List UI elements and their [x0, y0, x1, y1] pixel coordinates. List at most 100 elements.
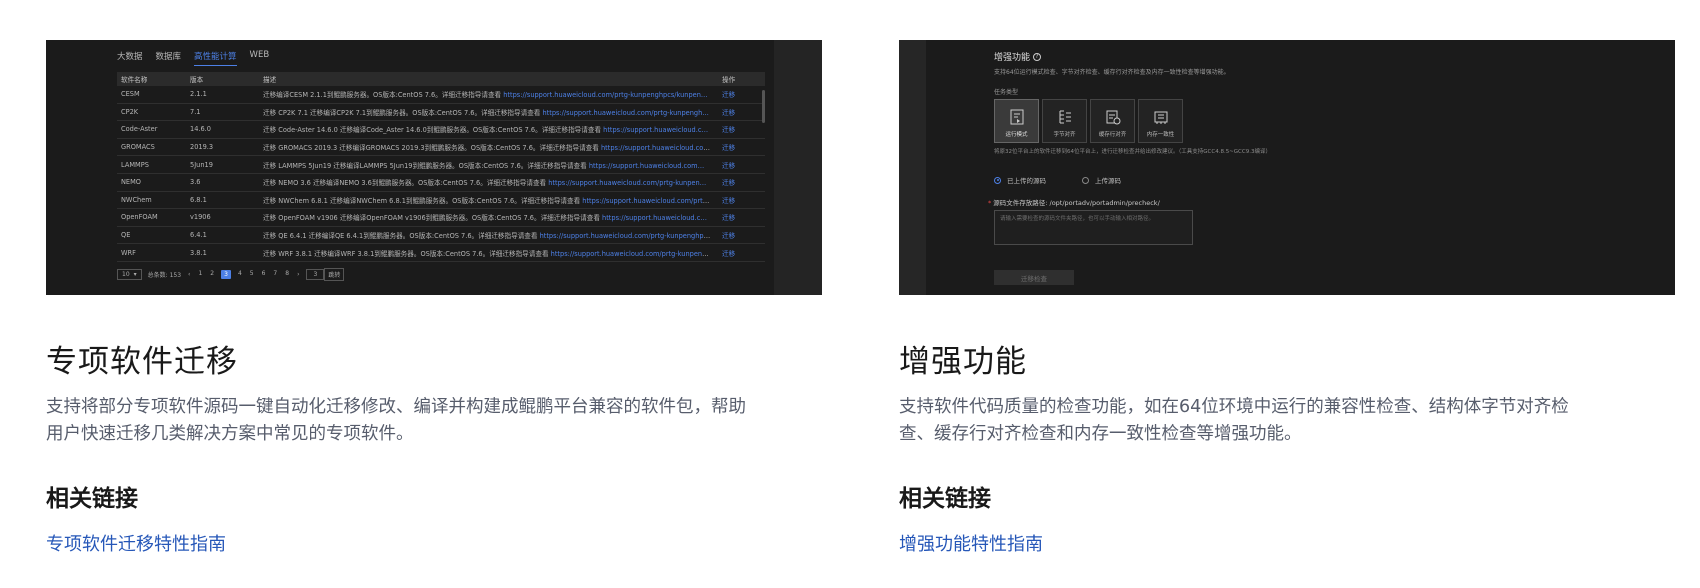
task-type-label-byte-align: 字节对齐: [1053, 132, 1076, 138]
migrate-action-link[interactable]: 迁移: [718, 212, 765, 222]
source-path-text: 源码文件存放路径: /opt/portadv/portadmin/prechec…: [993, 199, 1160, 207]
migrate-action-link[interactable]: 迁移: [718, 107, 765, 117]
page-number-button[interactable]: 3: [221, 270, 231, 279]
cell-description-link[interactable]: https://support.huaweicloud.com/prtg-kun…: [548, 179, 706, 187]
table-row: CP2K 7.1 迁移 CP2K 7.1 迁移编译CP2K 7.1到鲲鹏服务器。OS…: [117, 104, 765, 122]
cache-align-icon: [1106, 110, 1120, 125]
migrate-action-link[interactable]: 迁移: [718, 248, 765, 258]
column-header-description: 描述: [263, 76, 277, 84]
cell-description: 迁移 QE 6.4.1 迁移编译QE 6.4.1到鲲鹏服务器。OS版本:Cent…: [263, 230, 718, 240]
migration-check-button[interactable]: 迁移检查: [994, 270, 1074, 285]
tab-web[interactable]: WEB: [250, 50, 270, 62]
cell-version: 6.4.1: [190, 231, 207, 240]
migrate-action-link[interactable]: 迁移: [718, 160, 765, 170]
panel-subtitle: 支持64位运行模式检查、字节对齐检查、缓存行对齐检查及内存一致性检查等增强功能。: [994, 69, 1230, 76]
table-scrollbar[interactable]: [762, 90, 765, 123]
table-row: NWChem 6.8.1 迁移 NWChem 6.8.1 迁移编译NWChem 6.…: [117, 192, 765, 210]
task-type-memory-consistency[interactable]: 内存一致性: [1138, 99, 1183, 143]
cell-name: CESM: [121, 90, 140, 99]
cell-description-text: 迁移 Code-Aster 14.6.0 迁移编译Code_Aster 14.6…: [263, 126, 604, 135]
cell-version: 5Jun19: [190, 160, 213, 169]
cell-description-link[interactable]: https://support.huaweicloud.com…: [601, 144, 716, 152]
table-row: LAMMPS 5Jun19 迁移 LAMMPS 5Jun19 迁移编译LAMMPS …: [117, 156, 765, 174]
enhanced-guide-link[interactable]: 增强功能特性指南: [899, 530, 1043, 556]
section-description: 支持将部分专项软件源码一键自动化迁移修改、编译并构建成鲲鹏平台兼容的软件包，帮助…: [46, 397, 746, 444]
page-size-value: 10: [122, 271, 130, 278]
radio-uploaded-source[interactable]: 已上传的源码: [994, 175, 1046, 185]
page-number-button[interactable]: 7: [272, 270, 278, 279]
cell-name: QE: [121, 231, 131, 240]
related-links-title: 相关链接: [899, 486, 991, 512]
migration-guide-link[interactable]: 专项软件迁移特性指南: [46, 530, 226, 556]
table-body: CESM 2.1.1 迁移编译CESM 2.1.1到鲲鹏服务器。OS版本:CentO…: [117, 86, 765, 262]
radio-checked-icon: [994, 176, 1001, 184]
page-number-button[interactable]: 4: [237, 270, 243, 279]
tab-database[interactable]: 数据库: [156, 50, 182, 62]
cell-name: OpenFOAM: [121, 213, 158, 222]
source-path-textarea[interactable]: 请输入需要检查的源码文件夹路径，也可以手动输入相对路径。: [994, 210, 1193, 245]
page-number-button[interactable]: 1: [197, 270, 203, 279]
tab-hpc[interactable]: 高性能计算: [194, 50, 237, 66]
page-number-button[interactable]: 5: [249, 270, 255, 279]
migrate-action-link[interactable]: 迁移: [718, 142, 765, 152]
migration-panel: 大数据 数据库 高性能计算 WEB 软件名称 版本 描述 操作 CESM 2.1.…: [46, 40, 774, 295]
migrate-action-link[interactable]: 迁移: [718, 195, 765, 205]
jump-page-input[interactable]: 3: [306, 269, 325, 280]
task-type-label-cache-align: 缓存行对齐: [1098, 132, 1127, 138]
radio-upload-source[interactable]: 上传源码: [1082, 175, 1121, 185]
page-number-button[interactable]: 8: [284, 270, 290, 279]
radio-unchecked-icon: [1082, 176, 1089, 184]
right-side-bar: [774, 40, 822, 295]
cell-version: 3.8.1: [190, 248, 207, 257]
task-type-options: 运行模式 字节对齐 缓存行对齐 内存一致性: [994, 99, 1183, 143]
cell-description: 迁移 NEMO 3.6 迁移编译NEMO 3.6到鲲鹏服务器。OS版本:Cent…: [263, 177, 718, 187]
cell-version: 3.6: [190, 178, 201, 187]
cell-description-link[interactable]: https://support.huaweicloud.com/prtg-kun…: [540, 232, 714, 240]
task-type-label-run-mode: 运行模式: [1005, 132, 1028, 138]
total-count: 总条数: 153: [147, 272, 182, 279]
cell-name: CP2K: [121, 107, 139, 116]
migrate-action-link[interactable]: 迁移: [718, 177, 765, 187]
help-icon[interactable]: ?: [1033, 52, 1042, 61]
pagination: 10 ▾ 总条数: 153 ‹ 12345678 › 3 跳转: [117, 268, 345, 281]
cell-version: 7.1: [190, 107, 201, 116]
task-type-cache-align[interactable]: 缓存行对齐: [1090, 99, 1135, 143]
task-type-byte-align[interactable]: 字节对齐: [1042, 99, 1087, 143]
cell-version: 2.1.1: [190, 90, 207, 99]
related-links-title: 相关链接: [46, 486, 138, 512]
required-asterisk: *: [988, 199, 992, 207]
tab-bigdata[interactable]: 大数据: [117, 50, 143, 62]
page-number-button[interactable]: 6: [261, 270, 267, 279]
cell-name: GROMACS: [121, 143, 155, 152]
cell-description-text: 迁移 CP2K 7.1 迁移编译CP2K 7.1到鲲鹏服务器。OS版本:Cent…: [263, 108, 543, 117]
next-page-button[interactable]: ›: [296, 271, 300, 278]
radio-label-upload: 上传源码: [1095, 177, 1121, 185]
table-row: Code-Aster 14.6.0 迁移 Code-Aster 14.6.0 迁移编…: [117, 121, 765, 139]
radio-label-uploaded: 已上传的源码: [1007, 177, 1046, 185]
cell-description-link[interactable]: https://support.huaweicloud.c…: [603, 126, 708, 134]
page-size-select[interactable]: 10 ▾: [117, 269, 142, 280]
left-side-strip: [899, 40, 926, 295]
column-header-version: 版本: [190, 76, 204, 84]
migrate-action-link[interactable]: 迁移: [718, 230, 765, 240]
table-row: QE 6.4.1 迁移 QE 6.4.1 迁移编译QE 6.4.1到鲲鹏服务器。OS…: [117, 227, 765, 245]
cell-description: 迁移 NWChem 6.8.1 迁移编译NWChem 6.8.1到鲲鹏服务器。O…: [263, 195, 718, 205]
task-type-label-memory-consistency: 内存一致性: [1146, 132, 1175, 138]
cell-description-link[interactable]: https://support.huaweicloud.com/prtg-kun…: [542, 109, 708, 117]
cell-description-link[interactable]: https://support.huaweicloud.com/prtg-kun…: [503, 91, 707, 99]
migrate-action-link[interactable]: 迁移: [718, 124, 765, 134]
task-type-note: 将原32位平台上的软件迁移到64位平台上，进行迁移检查并给出修改建议。（工具支持…: [994, 149, 1271, 155]
source-radio-group: 已上传的源码 上传源码: [994, 175, 1121, 185]
cell-description-link[interactable]: https://support.huaweicloud.com/prtg-kun…: [551, 250, 716, 258]
page-numbers: 12345678: [197, 270, 290, 279]
page-number-button[interactable]: 2: [209, 270, 215, 279]
cell-description-link[interactable]: https://support.huaweicloud.com/prtg-…: [582, 197, 716, 205]
task-type-run-mode[interactable]: 运行模式: [994, 99, 1039, 143]
cell-description-link[interactable]: https://support.huaweicloud.com…: [589, 162, 704, 170]
migrate-action-link[interactable]: 迁移: [718, 89, 765, 99]
cell-description: 迁移 GROMACS 2019.3 迁移编译GROMACS 2019.3到鲲鹏服…: [263, 142, 718, 152]
prev-page-button[interactable]: ‹: [187, 271, 191, 278]
cell-description-link[interactable]: https://support.huaweicloud.c…: [602, 214, 707, 222]
column-header-name: 软件名称: [121, 76, 148, 84]
jump-button[interactable]: 跳转: [324, 268, 345, 281]
